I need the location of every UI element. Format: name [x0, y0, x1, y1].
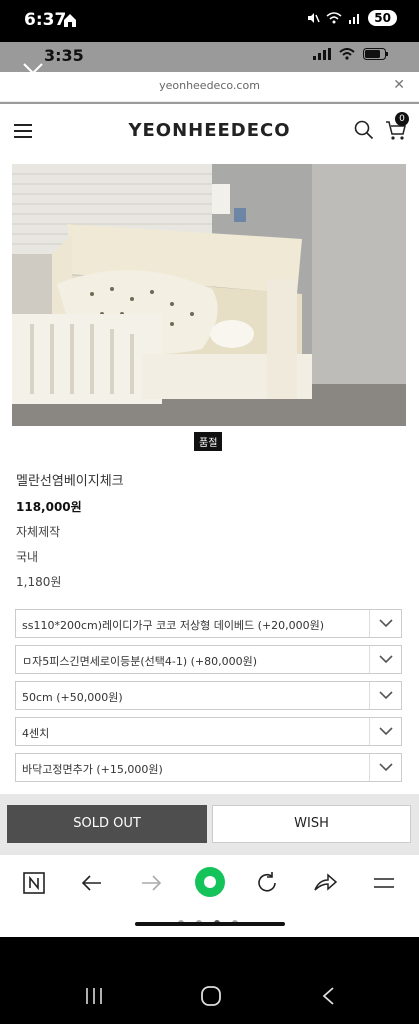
forward-arrow-icon[interactable] — [137, 869, 165, 897]
cart-count-badge: 0 — [395, 112, 409, 126]
product-points: 1,180원 — [16, 575, 62, 589]
page-indicator — [0, 910, 419, 937]
product-origin: 국내 — [16, 550, 39, 564]
wish-button[interactable]: WISH — [212, 805, 411, 843]
option-value: ㅁ자5피스긴면세로이등분(선택4-1) (+80,000원) — [22, 655, 258, 668]
menu-icon[interactable] — [370, 869, 398, 897]
chevron-down-icon[interactable] — [369, 610, 401, 637]
option-select-2[interactable]: ㅁ자5피스긴면세로이등분(선택4-1) (+80,000원) — [15, 645, 402, 674]
chevron-down-icon[interactable] — [369, 718, 401, 745]
purchase-action-bar: SOLD OUT WISH — [0, 794, 419, 854]
site-header: YEONHEEDECO 0 — [0, 104, 419, 156]
outer-clock: 6:37 — [24, 10, 67, 30]
battery-icon — [363, 48, 388, 60]
chevron-down-icon[interactable] — [369, 754, 401, 781]
option-select-3[interactable]: 50cm (+50,000원) — [15, 681, 402, 710]
option-select-5[interactable]: 바닥고정면추가 (+15,000원) — [15, 753, 402, 782]
system-navigation-bar — [0, 967, 419, 1024]
url-bar: yeonheedeco.com ✕ — [0, 72, 419, 102]
option-value: 4센치 — [22, 727, 50, 740]
option-value: 50cm (+50,000원) — [22, 691, 123, 704]
share-icon[interactable] — [311, 869, 339, 897]
chevron-down-icon[interactable] — [369, 646, 401, 673]
back-button-icon[interactable] — [318, 985, 340, 1007]
webview-frame: 3:35 yeonheedeco.com ✕ YEONHEEDECO 0 품절 … — [0, 42, 419, 937]
signal-icon — [349, 14, 360, 24]
search-icon[interactable] — [354, 120, 374, 140]
green-dot-icon[interactable] — [194, 866, 226, 898]
url-close-icon[interactable]: ✕ — [393, 77, 405, 93]
home-icon — [64, 14, 76, 27]
outer-status-bar: 6:37 50 — [0, 0, 419, 42]
wifi-icon — [326, 12, 342, 24]
recent-apps-icon[interactable] — [84, 986, 104, 1006]
battery-badge: 50 — [368, 10, 397, 26]
sold-out-badge: 품절 — [194, 432, 223, 451]
option-value: 바닥고정면추가 (+15,000원) — [22, 763, 163, 776]
url-text[interactable]: yeonheedeco.com — [0, 79, 419, 92]
product-image — [12, 164, 406, 426]
inner-clock: 3:35 — [44, 46, 84, 65]
product-price: 118,000원 — [16, 500, 82, 514]
option-value: ss110*200cm)레이디가구 코코 저상형 데이베드 (+20,000원) — [22, 619, 325, 632]
back-arrow-icon[interactable] — [78, 869, 106, 897]
inner-status-icons — [313, 48, 389, 60]
product-maker: 자체제작 — [16, 525, 61, 539]
refresh-icon[interactable] — [253, 869, 281, 897]
mute-icon — [308, 13, 320, 23]
product-name: 멜란선염베이지체크 — [16, 474, 124, 489]
option-select-1[interactable]: ss110*200cm)레이디가구 코코 저상형 데이베드 (+20,000원) — [15, 609, 402, 638]
option-select-4[interactable]: 4센치 — [15, 717, 402, 746]
chevron-down-icon[interactable] — [369, 682, 401, 709]
wifi-icon — [339, 48, 355, 60]
signal-icon — [313, 48, 331, 60]
naver-n-icon[interactable] — [20, 869, 48, 897]
outer-status-icons: 50 — [306, 10, 397, 26]
home-indicator[interactable] — [135, 922, 285, 926]
home-button-icon[interactable] — [200, 985, 222, 1007]
sold-out-button[interactable]: SOLD OUT — [7, 805, 207, 843]
browser-toolbar — [0, 854, 419, 910]
